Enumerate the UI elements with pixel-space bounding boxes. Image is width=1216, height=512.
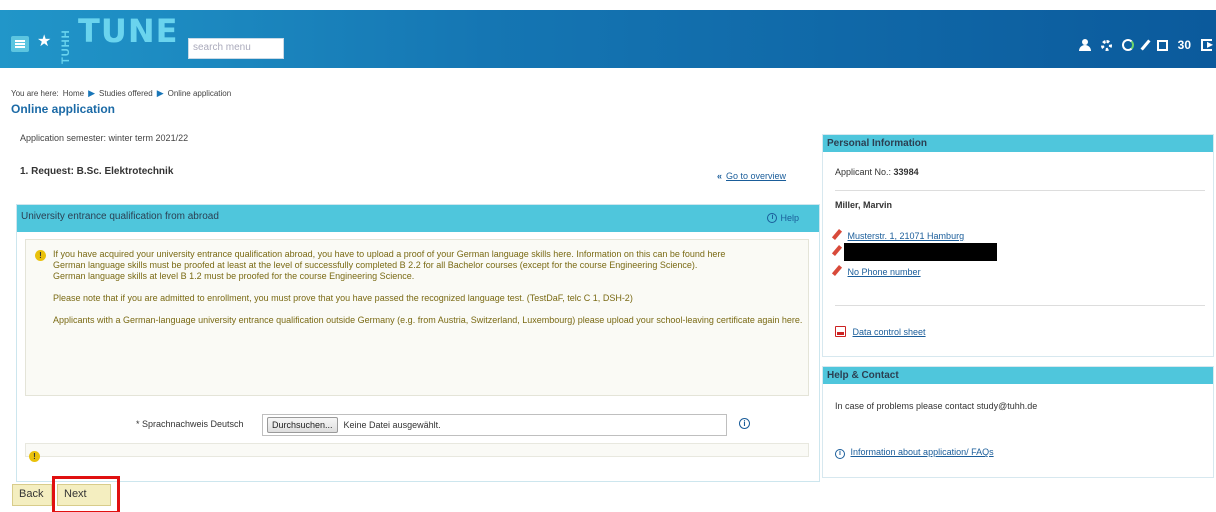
info-icon: i <box>767 213 778 223</box>
double-chevron-left-icon: « <box>717 171 723 181</box>
chevron-right-icon: ▶ <box>88 88 96 98</box>
applicant-number-label: Applicant No.: <box>835 167 892 177</box>
help-label: Help <box>780 213 799 223</box>
window-icon[interactable] <box>1156 39 1168 51</box>
faq-row[interactable]: i Information about application/ FAQs <box>835 447 994 459</box>
menu-icon[interactable] <box>11 36 29 52</box>
info-icon: i <box>739 418 750 429</box>
info-icon: i <box>835 449 845 459</box>
back-button[interactable]: Back <box>12 484 52 506</box>
request-title: 1. Request: B.Sc. Elektrotechnik <box>20 166 174 177</box>
info-box: ! If you have acquired your university e… <box>25 239 809 396</box>
page-title: Online application <box>11 102 116 116</box>
warning-icon: ! <box>29 451 40 462</box>
data-control-sheet-row[interactable]: Data control sheet <box>835 326 926 337</box>
breadcrumb-studies-offered[interactable]: Studies offered <box>99 89 153 98</box>
help-contact-title: Help & Contact <box>823 367 1213 384</box>
info-paragraph: Applicants with a German-language univer… <box>53 315 803 325</box>
user-icon[interactable] <box>1078 39 1091 51</box>
gear-icon[interactable] <box>1100 39 1112 51</box>
info-paragraph: If you have acquired your university ent… <box>53 249 726 281</box>
session-counter: 30 <box>1177 38 1191 52</box>
address-link[interactable]: Musterstr. 1, 21071 Hamburg <box>848 231 965 241</box>
warning-icon: ! <box>35 250 46 261</box>
breadcrumb: You are here: Home ▶ Studies offered ▶ O… <box>11 88 231 99</box>
file-status: Keine Datei ausgewählt. <box>343 420 441 430</box>
application-semester: Application semester: winter term 2021/2… <box>20 133 189 143</box>
help-link[interactable]: i Help <box>767 213 799 223</box>
top-icon-bar: 30 <box>1069 34 1216 56</box>
breadcrumb-home[interactable]: Home <box>63 89 84 98</box>
info-text: If you have acquired your university ent… <box>53 249 803 337</box>
warning-bar: ! <box>25 443 809 462</box>
browse-button[interactable]: Durchsuchen... <box>267 417 338 433</box>
panel-header: University entrance qualification from a… <box>17 205 819 232</box>
panel-title: University entrance qualification from a… <box>21 211 219 222</box>
favorite-star-icon[interactable]: ★ <box>37 33 51 51</box>
applicant-name: Miller, Marvin <box>835 200 893 210</box>
applicant-number-value: 33984 <box>893 167 919 177</box>
personal-information-panel: Personal Information Applicant No.: 3398… <box>822 134 1214 357</box>
info-paragraph: Please note that if you are admitted to … <box>53 293 633 303</box>
pencil-icon <box>831 265 843 276</box>
divider <box>835 305 1205 306</box>
divider <box>835 190 1205 191</box>
edit-icon[interactable] <box>1140 39 1151 51</box>
highlight-frame <box>52 476 120 512</box>
pencil-icon <box>831 229 843 240</box>
redacted-email <box>844 243 997 261</box>
data-control-sheet-link[interactable]: Data control sheet <box>853 327 926 337</box>
faq-link[interactable]: Information about application/ FAQs <box>851 447 994 457</box>
accessibility-icon[interactable] <box>1121 39 1134 51</box>
phone-link[interactable]: No Phone number <box>848 267 921 277</box>
address-row[interactable]: Musterstr. 1, 21071 Hamburg <box>831 229 965 241</box>
pencil-icon <box>831 245 843 256</box>
contact-text: In case of problems please contact study… <box>835 401 1038 411</box>
go-to-overview-link[interactable]: « Go to overview <box>717 171 786 181</box>
language-proof-file-input[interactable]: Durchsuchen... Keine Datei ausgewählt. <box>262 414 727 436</box>
personal-information-title: Personal Information <box>823 135 1213 152</box>
tuhh-logo-vertical: TUHH <box>60 29 72 65</box>
search-menu-input[interactable]: search menu <box>188 38 284 59</box>
tune-logo[interactable]: TUNE <box>78 14 178 48</box>
help-contact-panel: Help & Contact In case of problems pleas… <box>822 366 1214 478</box>
qualification-panel: University entrance qualification from a… <box>16 204 820 482</box>
logout-icon[interactable] <box>1201 37 1213 51</box>
language-proof-label: * Sprachnachweis Deutsch <box>136 419 244 429</box>
go-to-overview-label: Go to overview <box>726 171 787 181</box>
breadcrumb-prefix: You are here: <box>11 89 59 98</box>
field-info[interactable]: i <box>739 417 750 429</box>
breadcrumb-online-application[interactable]: Online application <box>168 89 232 98</box>
chevron-right-icon: ▶ <box>156 88 164 98</box>
top-bar: ★ TUHH TUNE search menu 30 <box>0 10 1216 68</box>
applicant-number: Applicant No.: 33984 <box>835 167 919 177</box>
pdf-icon <box>835 326 846 337</box>
phone-row[interactable]: No Phone number <box>831 265 921 277</box>
